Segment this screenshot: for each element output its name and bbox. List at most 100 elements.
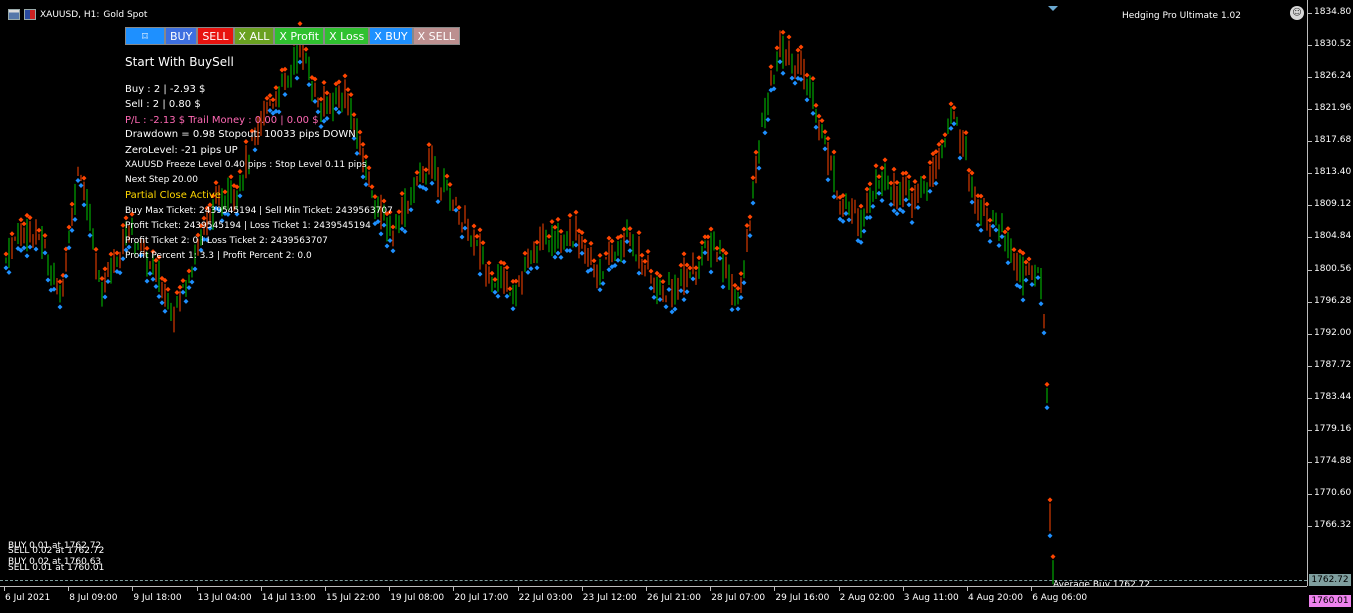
buy-marker bbox=[567, 248, 573, 254]
buy-marker bbox=[150, 276, 156, 282]
buy-marker bbox=[1044, 405, 1050, 411]
sell-marker bbox=[1044, 381, 1050, 387]
sell-marker bbox=[813, 102, 819, 108]
buy-marker bbox=[780, 70, 786, 76]
sell-button[interactable]: SELL bbox=[197, 27, 234, 45]
sell-marker bbox=[369, 184, 375, 190]
buy-marker bbox=[1047, 533, 1053, 539]
price-tick bbox=[1308, 205, 1312, 207]
close-all-button[interactable]: X ALL bbox=[233, 27, 275, 45]
sell-marker bbox=[489, 270, 495, 276]
menu-button[interactable]: ⌑ bbox=[125, 27, 165, 45]
sell-marker bbox=[42, 233, 48, 239]
buy-marker bbox=[810, 110, 816, 116]
buy-marker bbox=[846, 217, 852, 223]
ea-button-bar: ⌑ BUY SELL X ALL X Profit X Loss X BUY X SELL bbox=[125, 27, 460, 45]
sell-marker bbox=[708, 226, 714, 232]
sell-marker bbox=[639, 252, 645, 258]
sell-marker bbox=[102, 266, 108, 272]
time-tick bbox=[1031, 587, 1033, 591]
buy-marker bbox=[147, 271, 153, 277]
sell-marker bbox=[558, 228, 564, 234]
time-tick bbox=[196, 587, 198, 591]
buy-marker bbox=[408, 207, 414, 213]
price-axis[interactable]: 1834.80 1830.52 1826.24 1821.96 1817.68 1813.… bbox=[1307, 0, 1353, 586]
sell-marker bbox=[681, 251, 687, 257]
buy-marker bbox=[861, 228, 867, 234]
close-profit-button[interactable]: X Profit bbox=[274, 27, 325, 45]
price-tick bbox=[1308, 429, 1312, 431]
buy-marker bbox=[183, 298, 189, 304]
sell-marker bbox=[18, 217, 24, 223]
time-tick-label: 23 Jul 12:00 bbox=[582, 593, 637, 603]
buy-marker bbox=[105, 279, 111, 285]
sell-marker bbox=[648, 268, 654, 274]
time-tick-label: 3 Aug 11:00 bbox=[903, 593, 959, 603]
close-sell-button[interactable]: X SELL bbox=[412, 27, 460, 45]
symbol-timeframe: XAUUSD, H1: bbox=[40, 9, 100, 20]
time-tick-label: 19 Jul 08:00 bbox=[390, 593, 445, 603]
buy-marker bbox=[1035, 275, 1041, 281]
sell-marker bbox=[891, 166, 897, 172]
sell-marker bbox=[591, 258, 597, 264]
sell-marker bbox=[9, 231, 15, 237]
sell-marker bbox=[399, 191, 405, 197]
sell-marker bbox=[636, 230, 642, 236]
time-tick-label: 2 Aug 02:00 bbox=[839, 593, 895, 603]
ea-hat-icon[interactable]: ☺ bbox=[1290, 6, 1304, 20]
sell-marker bbox=[180, 278, 186, 284]
buy-marker bbox=[81, 202, 87, 208]
buy-marker bbox=[525, 269, 531, 275]
buy-marker bbox=[906, 202, 912, 208]
expert-name[interactable]: Hedging Pro Ultimate 1.02 bbox=[1122, 11, 1241, 21]
sell-marker bbox=[555, 216, 561, 222]
buy-marker bbox=[993, 227, 999, 233]
sell-marker bbox=[582, 238, 588, 244]
buy-button[interactable]: BUY bbox=[165, 27, 198, 45]
buy-marker bbox=[552, 254, 558, 260]
sell-marker bbox=[831, 149, 837, 155]
sell-marker bbox=[81, 175, 87, 181]
buy-marker bbox=[879, 198, 885, 204]
info-line: Next Step 20.00 bbox=[125, 175, 198, 185]
buy-marker bbox=[144, 278, 150, 284]
info-line: Drawdown = 0.98 Stopout: 10033 pips DOWN bbox=[125, 129, 356, 140]
time-axis[interactable]: 6 Jul 2021 8 Jul 09:00 9 Jul 18:00 13 Jul 0… bbox=[0, 586, 1307, 613]
buy-marker bbox=[951, 121, 957, 127]
sell-marker bbox=[477, 227, 483, 233]
chart-shift-marker bbox=[1048, 6, 1058, 11]
buy-marker bbox=[1041, 330, 1047, 336]
sell-marker bbox=[645, 249, 651, 255]
window-icon[interactable] bbox=[8, 9, 20, 20]
sell-marker bbox=[390, 224, 396, 230]
sell-marker bbox=[165, 286, 171, 292]
sell-marker bbox=[3, 251, 9, 257]
chart-area[interactable]: XAUUSD, H1: Gold Spot Hedging Pro Ultima… bbox=[0, 0, 1307, 611]
time-tick bbox=[325, 587, 326, 591]
buy-marker bbox=[990, 223, 996, 229]
sell-marker bbox=[552, 224, 558, 230]
price-axis-marker: 1760.01 bbox=[1309, 595, 1351, 608]
price-tick-label: 1774.88 bbox=[1314, 455, 1352, 466]
buy-marker bbox=[384, 243, 390, 249]
sell-marker bbox=[597, 252, 603, 258]
sell-marker bbox=[804, 72, 810, 78]
close-loss-button[interactable]: X Loss bbox=[324, 27, 370, 45]
time-tick bbox=[646, 587, 647, 591]
sell-marker bbox=[768, 64, 774, 70]
buy-marker bbox=[237, 193, 243, 199]
sell-marker bbox=[888, 180, 894, 186]
sell-marker bbox=[36, 227, 42, 233]
info-line: Start With BuySell bbox=[125, 55, 234, 69]
time-tick-label: 14 Jul 13:00 bbox=[261, 593, 316, 603]
buy-marker bbox=[597, 287, 603, 293]
buy-marker bbox=[477, 271, 483, 277]
buy-marker bbox=[282, 92, 288, 98]
sell-marker bbox=[222, 189, 228, 195]
sell-marker bbox=[93, 246, 99, 252]
buy-marker bbox=[876, 190, 882, 196]
close-buy-button[interactable]: X BUY bbox=[369, 27, 413, 45]
sell-marker bbox=[1050, 554, 1056, 560]
buy-marker bbox=[381, 222, 387, 228]
price-tick-label: 1809.12 bbox=[1314, 199, 1352, 210]
